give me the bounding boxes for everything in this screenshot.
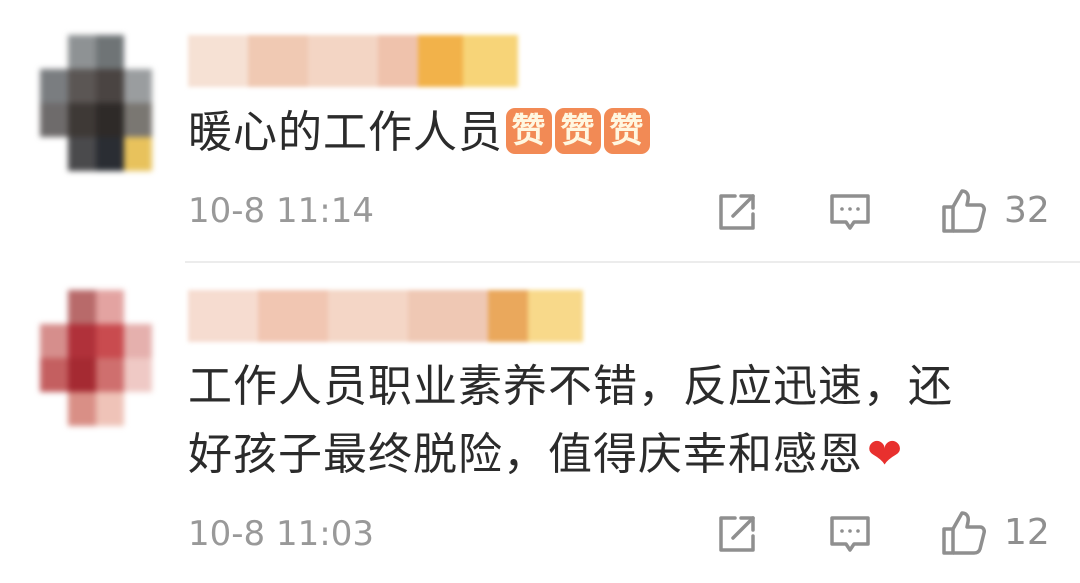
comment-icon[interactable] <box>826 188 874 236</box>
comment-time: 10-8 11:03 <box>188 514 374 554</box>
like-icon[interactable] <box>940 509 988 557</box>
like-count: 32 <box>1004 190 1050 231</box>
avatar[interactable] <box>40 35 152 171</box>
comment-item: 暖心的工作人员赞赞赞 10-8 11:14 32 <box>0 0 1080 262</box>
comment-time: 10-8 11:14 <box>188 191 374 231</box>
username[interactable] <box>188 290 583 342</box>
zan-emoji: 赞 <box>506 108 552 154</box>
comment-text-body: 暖心的工作人员 <box>188 107 503 158</box>
like-icon[interactable] <box>940 187 988 235</box>
like-count: 12 <box>1004 512 1050 553</box>
comment-text-line: 好孩子最终脱险，值得庆幸和感恩❤ <box>188 426 953 484</box>
comment-text-body: 好孩子最终脱险，值得庆幸和感恩 <box>188 429 863 480</box>
comment-icon[interactable] <box>826 510 874 558</box>
heart-emoji: ❤ <box>867 429 904 478</box>
zan-emoji: 赞 <box>555 108 601 154</box>
username[interactable] <box>188 35 518 87</box>
comment-text: 工作人员职业素养不错，反应迅速，还 好孩子最终脱险，值得庆幸和感恩❤ <box>188 358 953 484</box>
avatar[interactable] <box>40 290 152 426</box>
comment-item: 工作人员职业素养不错，反应迅速，还 好孩子最终脱险，值得庆幸和感恩❤ 10-8 … <box>0 262 1080 583</box>
comment-text-line: 工作人员职业素养不错，反应迅速，还 <box>188 361 953 412</box>
share-icon[interactable] <box>713 188 761 236</box>
comment-text: 暖心的工作人员赞赞赞 <box>188 104 650 162</box>
zan-emoji: 赞 <box>604 108 650 154</box>
share-icon[interactable] <box>713 510 761 558</box>
